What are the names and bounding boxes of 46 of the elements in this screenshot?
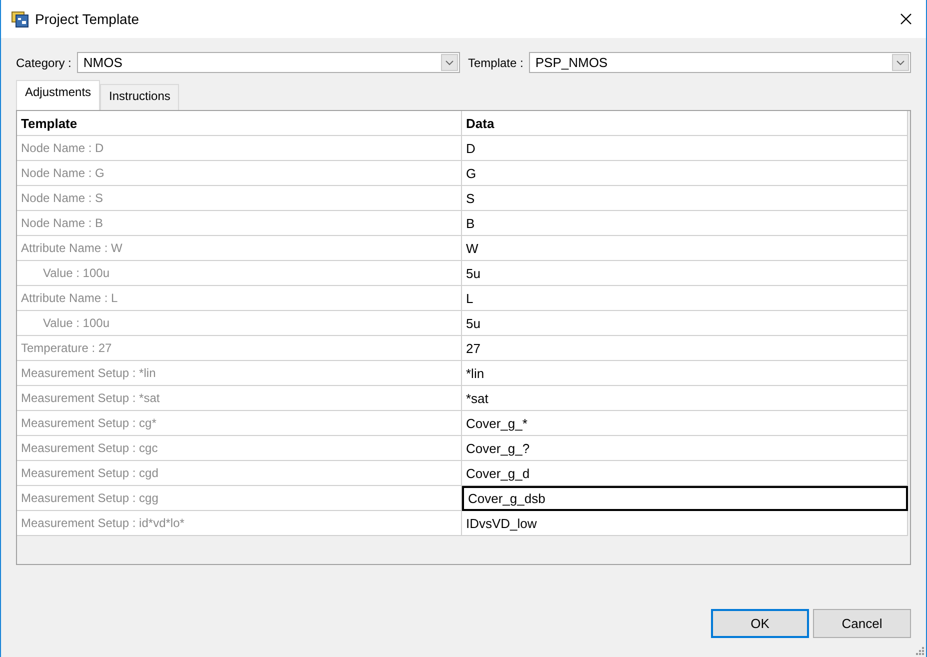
table-cell: Measurement Setup : cg* <box>17 411 462 436</box>
table-cell: Node Name : G <box>17 161 462 186</box>
table-cell: Measurement Setup : cgg <box>17 486 462 511</box>
tab[interactable]: Instructions <box>100 84 180 110</box>
table-cell: Node Name : S <box>17 186 462 211</box>
table-cell[interactable]: Cover_g_d <box>462 461 908 486</box>
table-cell: Measurement Setup : cgc <box>17 436 462 461</box>
app-icon <box>11 10 29 28</box>
template-dropdown[interactable]: PSP_NMOS <box>529 52 911 73</box>
tab[interactable]: Adjustments <box>16 80 100 110</box>
table-cell[interactable]: G <box>462 161 908 186</box>
table-cell[interactable]: *sat <box>462 386 908 411</box>
column-header: Template <box>17 111 462 136</box>
table-cell[interactable]: 5u <box>462 311 908 336</box>
table-cell: Attribute Name : L <box>17 286 462 311</box>
table-cell: Temperature : 27 <box>17 336 462 361</box>
table-cell[interactable]: B <box>462 211 908 236</box>
table-cell: Measurement Setup : id*vd*lo* <box>17 511 462 536</box>
window-title: Project Template <box>35 11 140 27</box>
table-cell[interactable]: IDvsVD_low <box>462 511 908 536</box>
table-cell: Node Name : B <box>17 211 462 236</box>
table-cell[interactable]: W <box>462 236 908 261</box>
table-cell: Measurement Setup : *sat <box>17 386 462 411</box>
table-cell[interactable]: S <box>462 186 908 211</box>
table-cell[interactable]: *lin <box>462 361 908 386</box>
table-cell[interactable]: L <box>462 286 908 311</box>
template-label: Template : <box>468 56 524 70</box>
table-cell[interactable]: 5u <box>462 261 908 286</box>
resize-grip-icon[interactable] <box>916 647 924 655</box>
table-cell[interactable]: Cover_g_* <box>462 411 908 436</box>
ok-button[interactable]: OK <box>711 609 809 638</box>
table-cell: Value : 100u <box>17 311 462 336</box>
close-icon[interactable] <box>900 13 912 25</box>
table-cell: Measurement Setup : *lin <box>17 361 462 386</box>
table-cell: Measurement Setup : cgd <box>17 461 462 486</box>
table-cell: Node Name : D <box>17 136 462 161</box>
cancel-button[interactable]: Cancel <box>813 609 911 638</box>
column-header: Data <box>462 111 908 136</box>
table-cell[interactable]: Cover_g_? <box>462 436 908 461</box>
table-cell: Value : 100u <box>17 261 462 286</box>
table-cell[interactable]: D <box>462 136 908 161</box>
category-dropdown[interactable]: NMOS <box>77 52 460 73</box>
table-cell: Attribute Name : W <box>17 236 462 261</box>
table-cell[interactable]: 27 <box>462 336 908 361</box>
table-cell[interactable]: Cover_g_dsb <box>462 486 908 511</box>
category-label: Category : <box>16 56 72 70</box>
